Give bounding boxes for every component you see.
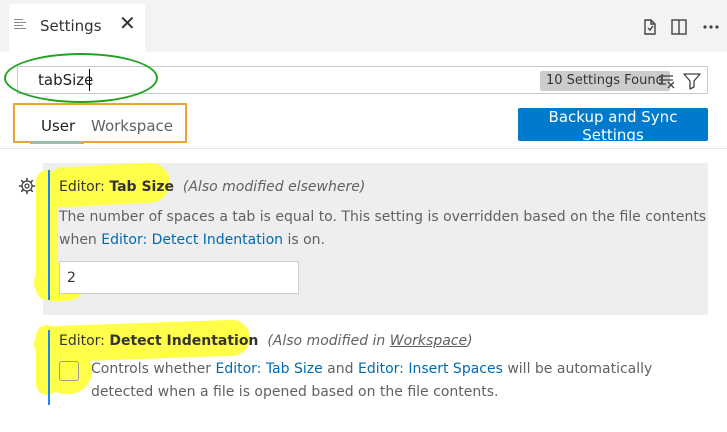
results-count-badge: 10 Settings Found bbox=[540, 71, 670, 91]
detect-indentation-checkbox[interactable] bbox=[59, 361, 79, 381]
setting-category: Editor: bbox=[59, 333, 110, 349]
setting-modified-note: (Also modified in Workspace) bbox=[267, 333, 472, 349]
settings-file-icon bbox=[14, 17, 26, 31]
setting-title: Editor: Tab Size (Also modified elsewher… bbox=[59, 179, 365, 195]
setting-link[interactable]: Editor: Insert Spaces bbox=[358, 361, 503, 377]
gear-icon[interactable] bbox=[18, 177, 36, 195]
setting-title: Editor: Detect Indentation (Also modifie… bbox=[59, 333, 473, 349]
note-text: (Also modified in bbox=[267, 333, 390, 349]
description-text: Controls whether bbox=[91, 361, 216, 377]
setting-description: The number of spaces a tab is equal to. … bbox=[59, 206, 706, 252]
annotation-green-ellipse bbox=[4, 53, 158, 103]
description-text: will be automatically bbox=[502, 361, 653, 377]
backup-sync-button[interactable]: Backup and Sync Settings bbox=[518, 108, 708, 144]
setting-link[interactable]: Editor: Detect Indentation bbox=[101, 232, 283, 248]
more-actions-icon[interactable] bbox=[700, 17, 722, 37]
setting-name: Tab Size bbox=[109, 179, 174, 195]
close-icon[interactable]: ✕ bbox=[119, 13, 136, 33]
setting-category: Editor: bbox=[59, 179, 110, 195]
description-line: when Editor: Detect Indentation is on. bbox=[59, 229, 706, 252]
description-line: Controls whether Editor: Tab Size and Ed… bbox=[91, 358, 652, 381]
header-divider bbox=[0, 148, 727, 149]
setting-link[interactable]: Editor: Tab Size bbox=[215, 361, 322, 377]
split-editor-icon[interactable] bbox=[669, 17, 689, 37]
description-text: is on. bbox=[283, 232, 325, 248]
filter-icon[interactable] bbox=[683, 72, 701, 90]
description-line: detected when a file is opened based on … bbox=[91, 384, 499, 400]
setting-name: Detect Indentation bbox=[109, 333, 259, 349]
setting-description: Controls whether Editor: Tab Size and Ed… bbox=[91, 358, 652, 404]
description-text: and bbox=[322, 361, 358, 377]
tab-user[interactable]: User bbox=[41, 117, 75, 135]
open-settings-json-icon[interactable] bbox=[640, 17, 660, 37]
tab-title: Settings bbox=[40, 17, 102, 35]
setting-modified-note: (Also modified elsewhere) bbox=[182, 179, 366, 195]
clear-filter-icon[interactable] bbox=[658, 73, 676, 89]
description-text: when bbox=[59, 232, 102, 248]
tab-size-value: 2 bbox=[67, 270, 76, 286]
description-line: The number of spaces a tab is equal to. … bbox=[59, 209, 707, 225]
modified-indicator bbox=[48, 170, 50, 300]
tab-workspace[interactable]: Workspace bbox=[91, 117, 173, 135]
tab-size-input[interactable] bbox=[59, 261, 299, 294]
workspace-link[interactable]: Workspace bbox=[390, 333, 467, 349]
note-text: ) bbox=[467, 333, 473, 349]
modified-indicator bbox=[48, 330, 50, 405]
active-tab-underline bbox=[30, 142, 84, 144]
